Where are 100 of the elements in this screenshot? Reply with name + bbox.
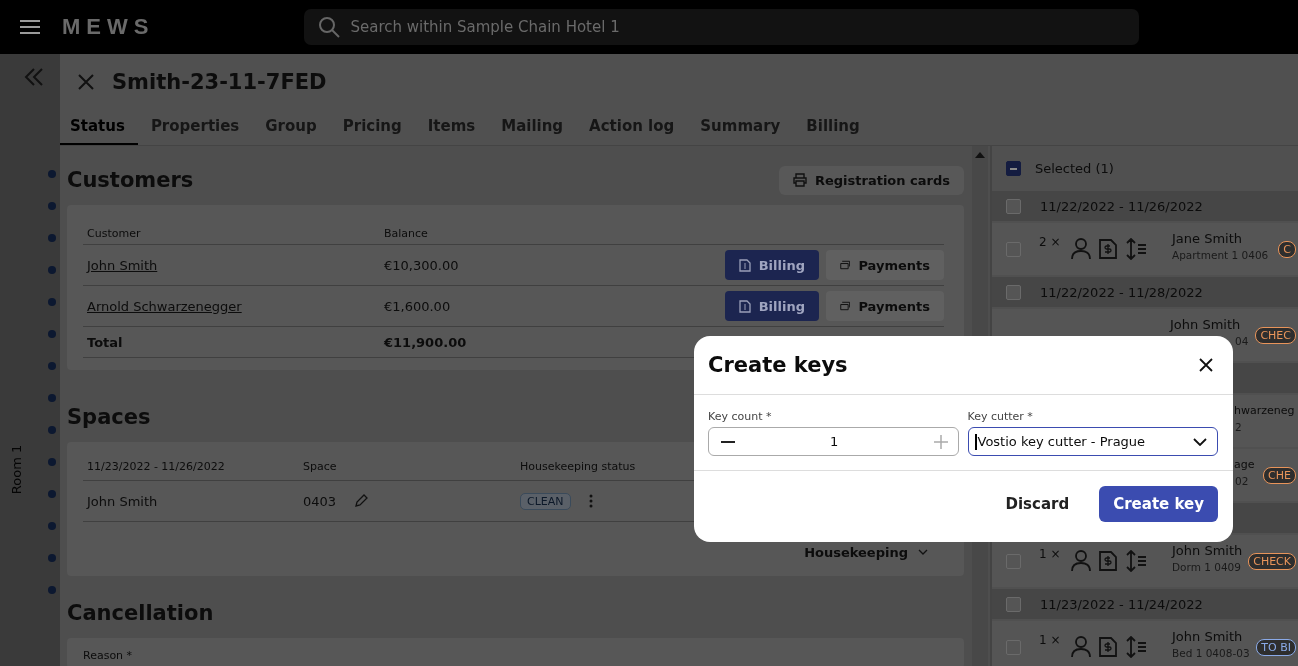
space-label: 04 (1235, 335, 1250, 347)
guest-name: age (1234, 457, 1256, 473)
checkbox[interactable] (1006, 596, 1021, 612)
space-label: Apartment 1 0406 (1172, 249, 1270, 261)
tab[interactable]: Mailing (488, 109, 577, 145)
timeline-dot (48, 458, 56, 466)
status-badge: CHEC (1255, 326, 1296, 344)
payments-button[interactable]: Payments (826, 291, 944, 321)
bill-icon (1099, 239, 1117, 259)
pencil-icon[interactable] (354, 494, 369, 508)
column-header: Space (303, 459, 338, 473)
timeline-dot (48, 586, 56, 594)
chevron-down-icon (918, 549, 928, 555)
reservation-row[interactable]: 2 × Jane Smith Apartment 1 0406 C (992, 223, 1298, 275)
search-icon (318, 16, 341, 38)
timeline-dot (48, 522, 56, 530)
total-balance: €11,900.00 (384, 334, 468, 350)
status-badge: CHECK (1248, 552, 1296, 570)
discard-button[interactable]: Discard (993, 487, 1082, 521)
section-heading: Customers (67, 168, 194, 192)
timeline-dot (48, 202, 56, 210)
person-icon (1071, 550, 1091, 572)
key-count-stepper[interactable]: 1 (708, 427, 959, 456)
close-icon[interactable] (1199, 358, 1213, 372)
billing-button[interactable]: Billing (724, 291, 819, 321)
cards-icon (840, 300, 851, 312)
timeline-dot (48, 298, 56, 306)
timeline-dot (48, 266, 56, 274)
guest-name: John Smith (1170, 317, 1242, 333)
timeline-dot (48, 394, 56, 402)
count-label: 1 × (1039, 546, 1062, 561)
tab[interactable]: Summary (687, 109, 794, 145)
timeline-dot (48, 362, 56, 370)
customer-link[interactable]: John Smith (83, 257, 384, 273)
space-label: Dorm 1 0409 (1172, 561, 1242, 573)
timeline-dot (48, 330, 56, 338)
count-label: 2 × (1039, 234, 1062, 249)
key-count-value: 1 (830, 434, 839, 449)
tab[interactable]: Properties (137, 109, 253, 145)
count-label: 1 × (1039, 632, 1062, 647)
date-range: 11/23/2022 - 11/24/2022 (1040, 596, 1203, 612)
minus-icon[interactable] (721, 440, 735, 443)
status-badge: CHE (1263, 466, 1296, 484)
timeline-dot (48, 234, 56, 242)
balance-cell-text: €1,600.00 (384, 298, 452, 314)
guest-name: John Smith (1172, 543, 1244, 559)
plus-icon[interactable] (933, 434, 948, 449)
tab[interactable]: Billing (793, 109, 873, 145)
guest-name: Jane Smith (1172, 231, 1244, 247)
customer-cell-text: John Smith (85, 493, 159, 509)
column-header: Customer (86, 227, 142, 240)
field-label: Key cutter * (967, 410, 1034, 423)
collapse-icon[interactable] (24, 68, 44, 86)
person-icon (1071, 636, 1091, 658)
guest-name: John Smith (1172, 629, 1244, 645)
section-heading: Cancellation (67, 601, 214, 625)
space-label: 02 (1235, 475, 1250, 487)
key-cutter-select[interactable]: Vostio key cutter - Prague (967, 427, 1218, 456)
person-icon (1071, 238, 1091, 260)
printer-icon (792, 173, 807, 187)
scroll-up-icon[interactable] (975, 152, 985, 158)
menu-icon[interactable] (20, 20, 40, 34)
registration-cards-button[interactable]: Registration cards (778, 165, 964, 195)
total-label: Total (86, 334, 124, 350)
tab[interactable]: Group (252, 109, 330, 145)
sort-icon (1125, 238, 1147, 260)
column-header: Housekeeping status (520, 459, 637, 473)
checkbox[interactable] (1006, 198, 1021, 214)
space-label: Bed 1 0408-03 (1172, 647, 1251, 659)
date-range: 11/22/2022 - 11/26/2022 (1040, 198, 1203, 214)
billing-button[interactable]: Billing (724, 250, 819, 280)
space-label: 2 (1235, 421, 1243, 433)
timeline-dot (48, 554, 56, 562)
timeline-dot (48, 170, 56, 178)
more-icon[interactable] (588, 494, 593, 508)
payments-button[interactable]: Payments (826, 250, 944, 280)
create-key-button[interactable]: Create key (1099, 486, 1218, 522)
tab[interactable]: Items (414, 109, 489, 145)
tab[interactable]: Action log (576, 109, 688, 145)
bill-icon (738, 299, 751, 313)
cards-icon (840, 259, 851, 271)
dialog-title: Create keys (708, 353, 848, 377)
field-label: Reason * (83, 649, 133, 662)
status-badge: CLEAN (520, 492, 571, 510)
timeline-dot (48, 426, 56, 434)
search-field[interactable]: Search within Sample Chain Hotel 1 (304, 9, 1140, 45)
customer-link[interactable]: Arnold Schwarzenegger (83, 298, 384, 314)
status-badge: C (1278, 240, 1296, 258)
chevron-down-icon (1193, 437, 1207, 446)
timeline-dot (48, 490, 56, 498)
tab[interactable]: Pricing (329, 109, 415, 145)
sort-icon (1125, 550, 1147, 572)
balance-cell-text: €10,300.00 (384, 257, 460, 273)
checkbox[interactable] (1006, 161, 1021, 176)
field-label: Key count * (708, 410, 773, 423)
checkbox[interactable] (1006, 284, 1021, 300)
bill-icon (1099, 637, 1117, 657)
bill-icon (738, 258, 751, 272)
status-badge: TO BI (1256, 638, 1296, 656)
reservation-title: Smith-23-11-7FED (112, 69, 327, 94)
